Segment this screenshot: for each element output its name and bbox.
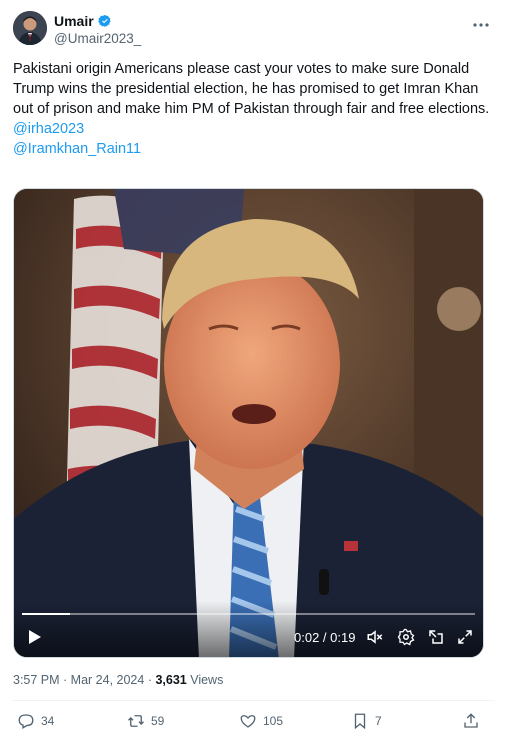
video-player[interactable]: 0:02 / 0:19 — [13, 188, 484, 658]
more-options-button[interactable] — [469, 15, 493, 35]
tweet-text: Pakistani origin Americans please cast y… — [13, 61, 490, 117]
tweet-header: Umair @Umair2023_ — [13, 11, 495, 51]
video-controls: 0:02 / 0:19 — [14, 601, 483, 657]
tweet-body: Pakistani origin Americans please cast y… — [13, 59, 495, 159]
bookmark-count: 7 — [375, 714, 382, 728]
share-button[interactable] — [462, 712, 480, 730]
reply-icon — [18, 714, 34, 729]
divider — [13, 700, 495, 701]
like-button[interactable]: 105 — [239, 712, 283, 730]
verified-badge-icon — [97, 14, 111, 28]
mute-icon[interactable] — [366, 628, 384, 646]
video-progress-fill — [22, 613, 70, 615]
play-icon[interactable] — [24, 627, 44, 647]
repost-count: 59 — [151, 714, 165, 728]
heart-icon — [240, 715, 256, 728]
bookmark-button[interactable]: 7 — [351, 712, 382, 730]
video-progress-bar[interactable] — [22, 613, 475, 615]
settings-gear-icon[interactable] — [397, 628, 415, 646]
like-count: 105 — [263, 714, 284, 728]
display-name[interactable]: Umair — [54, 13, 94, 29]
author-info: Umair @Umair2023_ — [54, 13, 141, 46]
fullscreen-icon[interactable] — [456, 628, 474, 646]
reply-count: 34 — [41, 714, 55, 728]
video-frame — [14, 189, 483, 657]
meta-separator: · — [59, 673, 71, 687]
bookmark-icon — [354, 713, 366, 730]
share-icon — [464, 713, 478, 728]
repost-icon — [128, 715, 144, 727]
views-label: Views — [186, 673, 224, 687]
tweet-time[interactable]: 3:57 PM — [13, 673, 60, 687]
tweet-meta: 3:57 PM · Mar 24, 2024 · 3,631 Views — [13, 673, 223, 687]
video-time: 0:02 / 0:19 — [294, 630, 356, 645]
action-bar: 34 59 105 7 — [13, 712, 483, 734]
more-dots-icon — [473, 23, 489, 27]
pop-out-icon[interactable] — [427, 628, 445, 646]
meta-separator: · — [144, 673, 156, 687]
avatar[interactable] — [13, 11, 47, 45]
reply-button[interactable]: 34 — [17, 712, 54, 730]
tweet-date[interactable]: Mar 24, 2024 — [71, 673, 145, 687]
mention-link[interactable]: @irha2023 — [13, 119, 495, 139]
author-handle[interactable]: @Umair2023_ — [54, 31, 141, 46]
repost-button[interactable]: 59 — [127, 712, 164, 730]
views-count: 3,631 — [155, 673, 187, 687]
mention-link[interactable]: @Iramkhan_Rain11 — [13, 139, 495, 159]
